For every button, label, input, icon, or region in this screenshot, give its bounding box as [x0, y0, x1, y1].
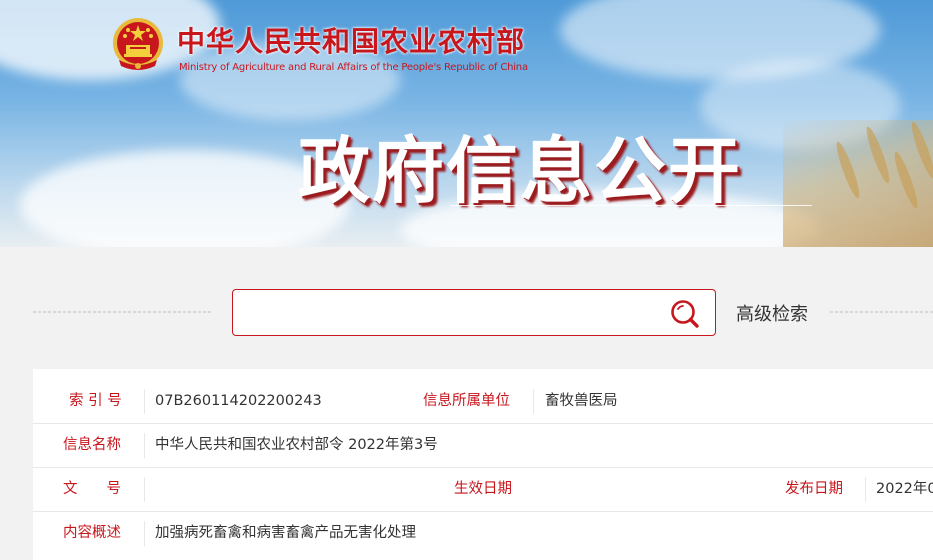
- org-name-en: Ministry of Agriculture and Rural Affair…: [179, 62, 528, 73]
- dashed-divider-left: [33, 311, 213, 313]
- publish-date-value: 2022年0: [876, 481, 933, 497]
- info-row-index: 索 引 号 07B260114202200243 信息所属单位 畜牧兽医局: [33, 380, 933, 424]
- publish-date-label: 发布日期: [785, 481, 843, 497]
- name-value: 中华人民共和国农业农村部令 2022年第3号: [155, 437, 438, 453]
- unit-label: 信息所属单位: [423, 393, 510, 409]
- info-row-name: 信息名称 中华人民共和国农业农村部令 2022年第3号: [33, 424, 933, 468]
- dashed-divider-right: [830, 311, 933, 313]
- column-divider: [144, 477, 145, 502]
- effective-date-label: 生效日期: [454, 481, 512, 497]
- column-divider: [533, 389, 534, 414]
- header-banner: 中华人民共和国农业农村部 Ministry of Agriculture and…: [0, 0, 933, 247]
- index-value: 07B260114202200243: [155, 393, 322, 409]
- summary-label: 内容概述: [63, 525, 121, 541]
- info-row-doc: 文 号 生效日期 发布日期 2022年0: [33, 468, 933, 512]
- search-box: [232, 289, 716, 336]
- column-divider: [144, 389, 145, 414]
- search-input[interactable]: [245, 298, 649, 330]
- column-divider: [865, 477, 866, 502]
- column-divider: [144, 521, 145, 546]
- page-title: 政府信息公开: [298, 129, 743, 213]
- index-label: 索 引 号: [69, 393, 122, 409]
- name-label: 信息名称: [63, 437, 121, 453]
- info-table: 索 引 号 07B260114202200243 信息所属单位 畜牧兽医局 信息…: [33, 369, 933, 560]
- org-name-cn: 中华人民共和国农业农村部: [177, 25, 526, 58]
- info-row-summary: 内容概述 加强病死畜禽和病害畜禽产品无害化处理: [33, 512, 933, 555]
- national-emblem-icon: [113, 18, 163, 70]
- doc-no-label: 文 号: [63, 481, 121, 497]
- wheat-decoration: [783, 120, 933, 247]
- advanced-search-link[interactable]: 高级检索: [736, 300, 808, 326]
- title-divider: [450, 205, 812, 206]
- summary-value: 加强病死畜禽和病害畜禽产品无害化处理: [155, 525, 416, 541]
- search-icon[interactable]: [669, 298, 701, 330]
- column-divider: [144, 433, 145, 458]
- unit-value: 畜牧兽医局: [545, 393, 618, 409]
